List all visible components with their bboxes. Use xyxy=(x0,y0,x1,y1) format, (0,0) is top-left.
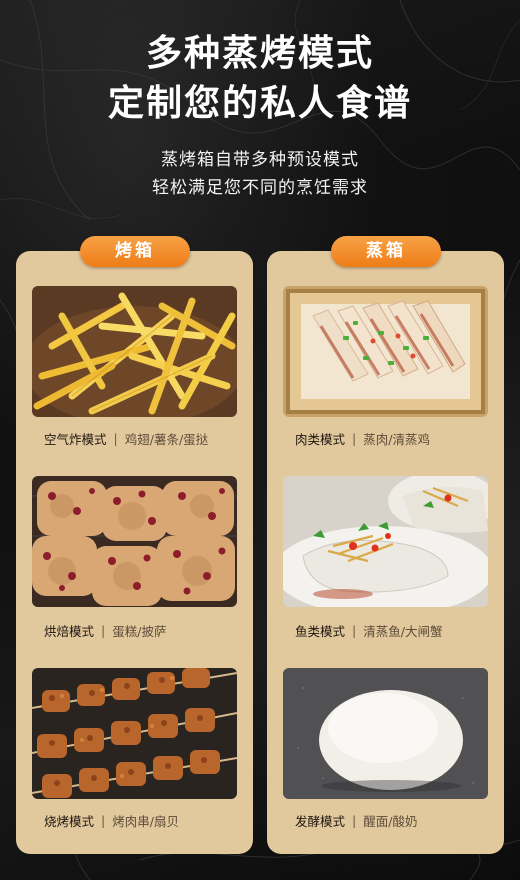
meat-mode-label: 肉类模式 xyxy=(295,431,346,447)
subtitle-line1: 蒸烤箱自带多种预设模式 xyxy=(161,150,359,170)
meat-items: 蒸肉/清蒸鸡 xyxy=(363,431,430,447)
baking-caption: 烘焙模式 | 蛋糕/披萨 xyxy=(44,620,259,640)
subtitle-line2: 轻松满足您不同的烹饪需求 xyxy=(152,178,368,198)
meat-caption: 肉类模式 | 蒸肉/清蒸鸡 xyxy=(295,428,510,448)
page-title-line1: 多种蒸烤模式 xyxy=(145,32,374,74)
page-title-line2: 定制您的私人食谱 xyxy=(107,82,412,124)
fish-items: 清蒸鱼/大闸蟹 xyxy=(363,623,443,639)
grill-mode-label: 烧烤模式 xyxy=(44,813,95,829)
caption-separator: | xyxy=(101,812,106,828)
baking-mode-label: 烘焙模式 xyxy=(44,623,95,639)
ferment-mode-label: 发酵模式 xyxy=(295,813,346,829)
fish-mode-label: 鱼类模式 xyxy=(295,623,346,639)
caption-separator: | xyxy=(352,622,357,638)
air-fryer-mode-label: 空气炸模式 xyxy=(44,431,107,447)
caption-separator: | xyxy=(113,430,118,446)
grilled-skewers-image xyxy=(32,668,237,799)
oven-label-badge: 烤箱 xyxy=(80,236,190,267)
baking-items: 蛋糕/披萨 xyxy=(112,623,167,639)
steamed-pork-image xyxy=(283,286,488,417)
grill-items: 烤肉串/扇贝 xyxy=(112,813,179,829)
ferment-items: 醒面/酸奶 xyxy=(363,813,418,829)
cranberry-scones-image xyxy=(32,476,237,607)
air-fryer-caption: 空气炸模式 | 鸡翅/薯条/蛋挞 xyxy=(44,428,259,448)
caption-separator: | xyxy=(352,430,357,446)
caption-separator: | xyxy=(101,622,106,638)
dough-ball-image xyxy=(283,668,488,799)
ferment-caption: 发酵模式 | 醒面/酸奶 xyxy=(295,810,510,830)
air-fryer-items: 鸡翅/薯条/蛋挞 xyxy=(124,431,209,447)
french-fries-image xyxy=(32,286,237,417)
grill-caption: 烧烤模式 | 烤肉串/扇贝 xyxy=(44,810,259,830)
steamed-fish-image xyxy=(283,476,488,607)
steamer-label-badge: 蒸箱 xyxy=(331,236,441,267)
fish-caption: 鱼类模式 | 清蒸鱼/大闸蟹 xyxy=(295,620,510,640)
caption-separator: | xyxy=(352,812,357,828)
